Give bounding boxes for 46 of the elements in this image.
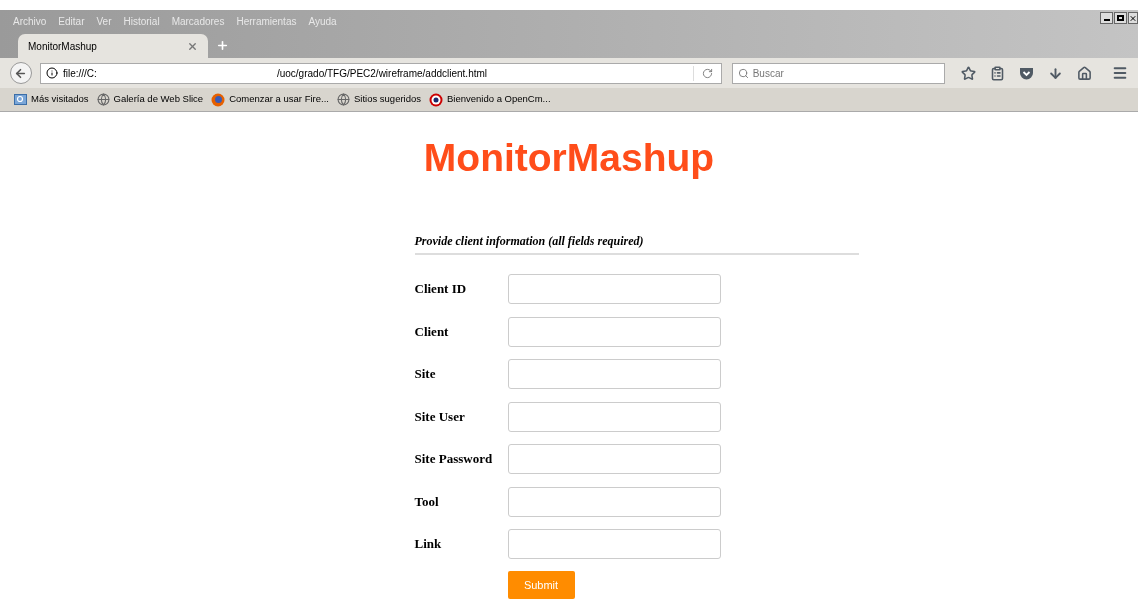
reload-icon[interactable] — [701, 67, 713, 79]
new-tab-icon[interactable] — [216, 39, 229, 52]
minimize-icon[interactable] — [1100, 12, 1113, 24]
menu-icon[interactable] — [1112, 65, 1128, 81]
bookmark-link[interactable]: Sitios sugeridos — [353, 92, 421, 107]
bookmark-link[interactable]: Comenzar a usar Fire... — [229, 92, 329, 107]
close-tab-icon[interactable] — [187, 40, 198, 52]
input-field[interactable] — [507, 444, 721, 474]
bookmark-folder-icon — [14, 93, 27, 106]
search-field[interactable]: Buscar — [731, 62, 945, 84]
field-label: Tool — [414, 492, 440, 511]
back-button[interactable] — [10, 62, 32, 84]
url-path: /uoc/grado/TFG/PEC2/wireframe/addclient.html — [276, 66, 489, 81]
pocket-icon[interactable] — [1019, 66, 1034, 80]
input-field[interactable] — [507, 359, 721, 389]
target-icon — [429, 92, 443, 107]
input-field[interactable] — [507, 529, 721, 559]
back-arrow-icon — [14, 66, 28, 80]
home-icon[interactable] — [1077, 65, 1092, 81]
field-label: Link — [414, 535, 443, 554]
input-field[interactable] — [507, 274, 721, 304]
address-bar[interactable]: file:///C: /uoc/grado/TFG/PEC2/wireframe/addclient.html — [39, 62, 722, 84]
bookmark-link[interactable]: Galería de Web Slice — [113, 92, 204, 107]
input-field[interactable] — [507, 316, 721, 347]
info-icon[interactable] — [45, 67, 58, 79]
globe-icon — [96, 93, 110, 106]
close-icon[interactable] — [1128, 12, 1138, 24]
bookmarks-list-icon[interactable] — [990, 65, 1005, 81]
restore-icon[interactable] — [1114, 12, 1127, 24]
search-icon — [737, 67, 749, 79]
page-title: MonitorMashup — [423, 138, 715, 177]
browser-tab[interactable]: MonitorMashup — [18, 34, 208, 58]
field-label: Site — [414, 365, 437, 384]
field-label: Site User — [414, 407, 466, 426]
url-start: file:///C: — [62, 66, 98, 81]
input-field[interactable] — [507, 401, 721, 432]
field-label: Client — [414, 322, 450, 341]
globe-icon — [336, 93, 350, 106]
form-legend: Provide client information (all fields required) — [414, 232, 859, 255]
bookmark-link[interactable]: Más visitados — [31, 92, 89, 107]
bookmark-link[interactable]: Bienvenido a OpenCm... — [447, 92, 551, 107]
input-field[interactable] — [507, 486, 721, 517]
field-label: Client ID — [414, 280, 468, 299]
bookmark-star-icon[interactable] — [961, 65, 976, 81]
field-label: Site Password — [414, 450, 494, 469]
download-icon[interactable] — [1048, 65, 1063, 81]
